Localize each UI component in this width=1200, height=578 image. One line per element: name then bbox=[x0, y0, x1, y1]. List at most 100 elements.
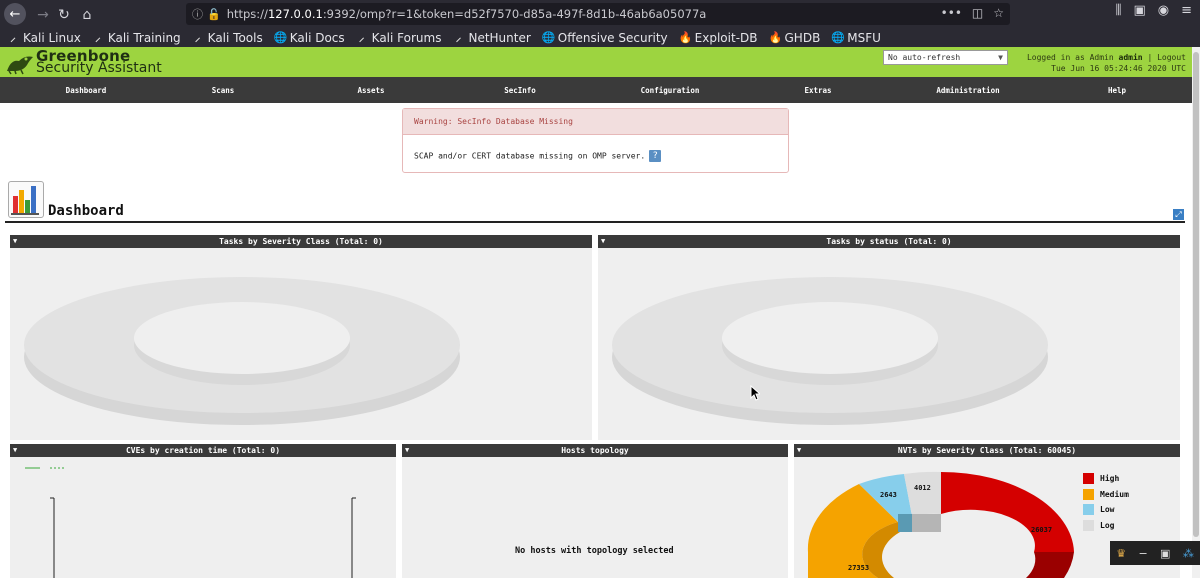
url-text[interactable]: https://127.0.0.1:9392/omp?r=1&token=d52… bbox=[227, 7, 707, 21]
url-bar[interactable]: ⓘ 🔓 https://127.0.0.1:9392/omp?r=1&token… bbox=[186, 3, 1010, 25]
server-datetime: Tue Jun 16 05:24:46 2020 UTC bbox=[1051, 64, 1186, 73]
library-icon[interactable]: ⫼ bbox=[1115, 3, 1121, 18]
bookmark-item[interactable]: 🔥 Exploit-DB bbox=[679, 31, 758, 45]
bookmark-item[interactable]: 🌐 Offensive Security bbox=[542, 31, 668, 45]
insecure-lock-icon[interactable]: 🔓 bbox=[207, 8, 221, 21]
panel-title: Hosts topology bbox=[561, 446, 629, 455]
empty-donut-chart bbox=[24, 277, 460, 425]
page-actions-menu[interactable]: ••• bbox=[941, 6, 962, 20]
menu-item-help[interactable]: Help bbox=[1108, 86, 1126, 95]
browser-toolbar: ← → ↻ ⌂ ⓘ 🔓 https://127.0.0.1:9392/omp?r… bbox=[0, 0, 1200, 28]
help-icon[interactable]: ? bbox=[649, 150, 662, 162]
username-link[interactable]: admin bbox=[1119, 53, 1143, 62]
bookmark-label: Kali Docs bbox=[289, 30, 345, 45]
donut-inner-log bbox=[912, 514, 941, 532]
collapse-triangle-icon[interactable]: ▼ bbox=[13, 235, 17, 248]
home-button[interactable]: ⌂ bbox=[75, 3, 99, 27]
logout-link[interactable]: Logout bbox=[1157, 53, 1186, 62]
page-scrollbar[interactable] bbox=[1192, 47, 1200, 578]
legend-label: High bbox=[1100, 474, 1120, 483]
collapse-triangle-icon[interactable]: ▼ bbox=[601, 235, 605, 248]
bookmark-item[interactable]: 🌐 MSFU bbox=[831, 31, 881, 45]
main-menu: Dashboard Scans Assets SecInfo Configuration… bbox=[0, 77, 1192, 103]
nvts-high-label: 26037 bbox=[1031, 526, 1052, 534]
globe-icon: 🌐 bbox=[541, 30, 556, 44]
greenbone-logo-icon[interactable] bbox=[5, 51, 35, 75]
menu-item-configuration[interactable]: Configuration bbox=[641, 86, 700, 95]
bookmark-item[interactable]: ⸝ Kali Training bbox=[92, 31, 181, 45]
pocket-icon[interactable]: ◫ bbox=[972, 6, 983, 20]
gsa-header: Greenbone Security Assistant bbox=[0, 47, 1192, 77]
kali-dragon-icon: ⸝ bbox=[194, 30, 201, 44]
edit-dashboard-icon[interactable]: ⤢ bbox=[1173, 209, 1184, 220]
legend-item-log: Log bbox=[1083, 519, 1115, 531]
nvts-low-label: 2643 bbox=[880, 491, 897, 499]
legend-item-medium: Medium bbox=[1083, 488, 1129, 500]
warning-box: Warning: SecInfo Database Missing SCAP a… bbox=[402, 108, 789, 173]
sidebar-icon[interactable]: ▣ bbox=[1133, 3, 1145, 18]
legend-label: Low bbox=[1100, 505, 1115, 514]
legend-label: Log bbox=[1100, 520, 1115, 530]
bookmark-label: Exploit-DB bbox=[694, 30, 758, 45]
panel-header[interactable]: ▼ Tasks by status (Total: 0) bbox=[598, 235, 1180, 248]
menu-item-secinfo[interactable]: SecInfo bbox=[504, 86, 536, 95]
hamburger-menu-icon[interactable]: ≡ bbox=[1181, 3, 1192, 18]
bookmark-item[interactable]: 🔥 GHDB bbox=[769, 31, 821, 45]
nvts-donut-chart: 26037 27353 2643 4012 bbox=[807, 471, 1074, 578]
bookmark-item[interactable]: ⸝ Kali Tools bbox=[192, 31, 263, 45]
bookmark-item[interactable]: 🌐 Kali Docs bbox=[274, 31, 345, 45]
minimize-icon[interactable]: − bbox=[1138, 547, 1147, 560]
legend-item-high: High bbox=[1083, 473, 1119, 484]
menu-item-administration[interactable]: Administration bbox=[936, 86, 999, 95]
panel-title: NVTs by Severity Class (Total: 60045) bbox=[897, 446, 1077, 455]
collapse-triangle-icon[interactable]: ▼ bbox=[797, 444, 801, 457]
panel-header[interactable]: ▼ Hosts topology bbox=[402, 444, 788, 457]
bookmark-item[interactable]: ⸝ NetHunter bbox=[452, 30, 531, 45]
bookmark-label: Offensive Security bbox=[557, 30, 668, 45]
url-host: 127.0.0.1 bbox=[267, 7, 323, 21]
bookmark-star-icon[interactable]: ☆ bbox=[993, 6, 1004, 20]
panel-hosts-topology: ▼ Hosts topology No hosts with topology s… bbox=[402, 444, 788, 578]
legend-swatch bbox=[1083, 488, 1094, 500]
bookmark-item[interactable]: ⸝ Kali Forums bbox=[356, 31, 442, 45]
menu-item-dashboard[interactable]: Dashboard bbox=[66, 86, 107, 95]
logged-in-label: Logged in as bbox=[1026, 53, 1085, 62]
legend-swatch bbox=[1083, 504, 1094, 515]
dashboard-chart-icon bbox=[8, 181, 44, 218]
scrollbar-thumb[interactable] bbox=[1193, 52, 1199, 537]
menu-item-extras[interactable]: Extras bbox=[804, 86, 831, 95]
site-info-icon[interactable]: ⓘ bbox=[192, 6, 203, 22]
bookmark-item[interactable]: ⸝ Kali Linux bbox=[7, 31, 81, 45]
panel-header[interactable]: ▼ Tasks by Severity Class (Total: 0) bbox=[10, 235, 592, 248]
warning-message: SCAP and/or CERT database missing on OMP… bbox=[414, 151, 646, 161]
menu-item-assets[interactable]: Assets bbox=[357, 86, 384, 95]
network-icon[interactable]: ⁂ bbox=[1183, 547, 1194, 560]
kali-dragon-icon: ⸝ bbox=[455, 30, 462, 44]
bookmark-label: Kali Linux bbox=[23, 30, 81, 45]
menu-item-scans[interactable]: Scans bbox=[212, 86, 235, 95]
kali-dragon-icon: ⸝ bbox=[95, 30, 101, 44]
panel-header[interactable]: ▼ CVEs by creation time (Total: 0) bbox=[10, 444, 396, 457]
user-role: Admin bbox=[1089, 53, 1114, 62]
reload-button[interactable]: ↻ bbox=[52, 3, 76, 27]
globe-icon: 🌐 bbox=[273, 30, 288, 44]
auto-refresh-select[interactable]: No auto-refresh ▼ bbox=[883, 50, 1008, 65]
legend-swatch bbox=[1083, 473, 1094, 484]
no-hosts-message: No hosts with topology selected bbox=[515, 546, 674, 556]
empty-line-chart bbox=[25, 467, 356, 578]
back-button[interactable]: ← bbox=[4, 3, 26, 25]
donut-slice-high bbox=[941, 472, 1074, 552]
donut-inner-low bbox=[898, 514, 912, 532]
legend-swatch bbox=[1083, 519, 1094, 531]
collapse-triangle-icon[interactable]: ▼ bbox=[13, 444, 17, 457]
bookmark-label: Kali Tools bbox=[207, 30, 263, 45]
extension-icon[interactable]: ▣ bbox=[1160, 547, 1170, 560]
panel-header[interactable]: ▼ NVTs by Severity Class (Total: 60045) bbox=[794, 444, 1180, 457]
collapse-triangle-icon[interactable]: ▼ bbox=[405, 444, 409, 457]
panel-title: CVEs by creation time (Total: 0) bbox=[125, 446, 281, 455]
crown-icon[interactable]: ♛ bbox=[1116, 547, 1126, 560]
account-icon[interactable]: ◉ bbox=[1158, 3, 1169, 18]
panel-cves-time: ▼ CVEs by creation time (Total: 0) bbox=[10, 444, 396, 578]
exploitdb-icon: 🔥 bbox=[678, 30, 693, 44]
donut-side-high bbox=[1026, 552, 1074, 578]
